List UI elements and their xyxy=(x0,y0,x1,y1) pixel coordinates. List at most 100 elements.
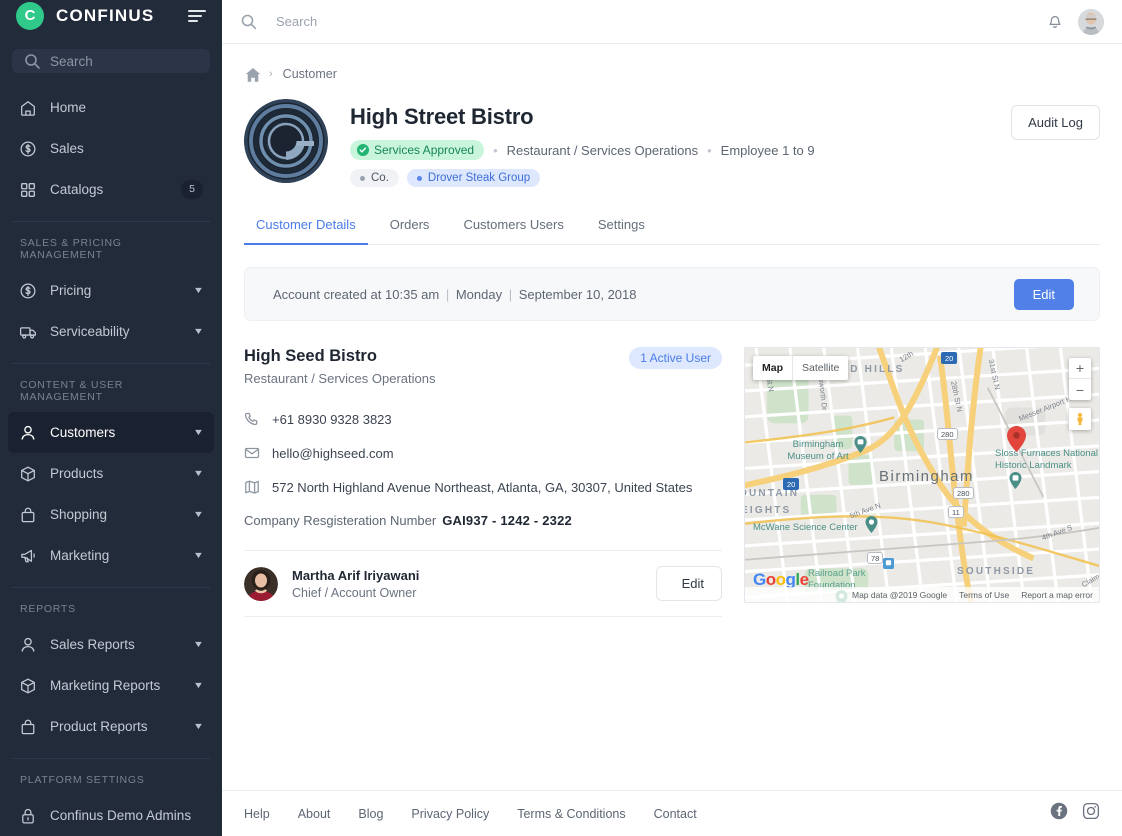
footer-link-terms-conditions[interactable]: Terms & Conditions xyxy=(517,807,625,821)
edit-account-button[interactable]: Edit xyxy=(1013,278,1074,310)
chevron-down-icon[interactable]: ▼ xyxy=(193,722,204,731)
sidebar-search-input[interactable] xyxy=(50,53,199,69)
topbar-search[interactable] xyxy=(240,13,1032,31)
chevron-down-icon[interactable]: ▼ xyxy=(193,510,204,519)
map-terms-link[interactable]: Terms of Use xyxy=(959,590,1009,600)
chevron-down-icon[interactable]: ▼ xyxy=(193,286,204,295)
map-report-link[interactable]: Report a map error xyxy=(1021,590,1093,600)
sidebar-item-label: Catalogs xyxy=(50,182,104,197)
chevron-down-icon[interactable]: ▼ xyxy=(193,640,204,649)
chevron-down-icon[interactable]: ▼ xyxy=(193,327,204,336)
topbar-actions xyxy=(1046,8,1104,35)
account-created-bar: Account created at 10:35 am | Monday | S… xyxy=(244,267,1100,321)
bell-icon[interactable] xyxy=(1046,13,1064,31)
sidebar-divider xyxy=(12,758,210,759)
footer-link-about[interactable]: About xyxy=(298,807,331,821)
footer-link-contact[interactable]: Contact xyxy=(654,807,697,821)
zoom-out-button[interactable]: − xyxy=(1069,379,1091,400)
box-icon xyxy=(19,677,37,695)
chevron-down-icon[interactable]: ▼ xyxy=(193,469,204,478)
edit-contact-label: Edit xyxy=(681,576,704,591)
sidebar-search[interactable] xyxy=(12,49,210,73)
footer-link-blog[interactable]: Blog xyxy=(358,807,383,821)
footer-link-privacy-policy[interactable]: Privacy Policy xyxy=(411,807,489,821)
sidebar-item-home[interactable]: Home xyxy=(8,87,214,128)
user-icon xyxy=(19,636,37,654)
sidebar-item-catalogs[interactable]: Catalogs 5 xyxy=(8,169,214,210)
location-map[interactable]: Map Satellite + − DRUID HILLS Birmingham… xyxy=(744,347,1100,603)
map-icon xyxy=(244,479,260,495)
global-search-input[interactable] xyxy=(276,14,596,29)
detail-section: High Seed Bistro Restaurant / Services O… xyxy=(244,347,1100,617)
sidebar-item-sales[interactable]: Sales xyxy=(8,128,214,169)
tab-bar: Customer Details Orders Customers Users Set… xyxy=(244,209,1100,245)
footer-link-help[interactable]: Help xyxy=(244,807,270,821)
tab-customer-details[interactable]: Customer Details xyxy=(244,209,368,245)
facebook-icon[interactable] xyxy=(1050,802,1068,825)
sidebar-item-label: Pricing xyxy=(50,283,92,298)
avatar[interactable] xyxy=(1078,8,1104,35)
map-poi-pin-transit xyxy=(883,556,896,573)
customer-tag[interactable]: Drover Steak Group xyxy=(406,169,541,187)
email-row: hello@highseed.com xyxy=(244,445,722,461)
registration-row: Company Resgisteration Number GAI937 - 12… xyxy=(244,513,722,528)
map-type-satellite[interactable]: Satellite xyxy=(793,356,848,380)
tab-orders[interactable]: Orders xyxy=(378,209,442,245)
sidebar-item-label: Serviceability xyxy=(50,324,130,339)
tag-dot-icon xyxy=(360,175,365,181)
sidebar-item-marketing-reports[interactable]: Marketing Reports ▼ xyxy=(8,665,214,706)
chevron-down-icon[interactable]: ▼ xyxy=(193,551,204,560)
sidebar-item-customers[interactable]: Customers ▼ xyxy=(8,412,214,453)
breadcrumb-separator: › xyxy=(269,67,273,80)
tab-customers-users[interactable]: Customers Users xyxy=(451,209,575,245)
sidebar-item-serviceability[interactable]: Serviceability ▼ xyxy=(8,311,214,352)
chevron-down-icon[interactable]: ▼ xyxy=(193,428,204,437)
lock-icon xyxy=(19,807,37,825)
account-created-prefix: Account created at 10:35 am xyxy=(273,286,440,302)
sidebar: C CONFINUS Home Sales Catalogs 5 SALES & PR… xyxy=(0,0,222,836)
instagram-icon[interactable] xyxy=(1082,802,1100,825)
detail-name: High Seed Bistro xyxy=(244,347,377,365)
sidebar-item-marketing[interactable]: Marketing ▼ xyxy=(8,535,214,576)
tag-dot-icon xyxy=(416,175,422,181)
sidebar-section-heading: PLATFORM SETTINGS xyxy=(20,774,145,786)
tab-settings[interactable]: Settings xyxy=(586,209,657,245)
breadcrumb-current[interactable]: Customer xyxy=(283,67,337,81)
customer-industry: Restaurant / Services Operations xyxy=(506,142,699,158)
grid-icon xyxy=(19,181,37,199)
bag-icon xyxy=(19,718,37,736)
sidebar-item-label: Confinus Demo Admins xyxy=(50,808,192,823)
home-icon[interactable] xyxy=(244,66,261,82)
account-created-date: September 10, 2018 xyxy=(518,286,637,302)
sidebar-item-label: Sales Reports xyxy=(50,637,135,652)
sidebar-item-products[interactable]: Products ▼ xyxy=(8,453,214,494)
sidebar-item-pricing[interactable]: Pricing ▼ xyxy=(8,270,214,311)
pegman-icon[interactable] xyxy=(1069,408,1091,430)
edit-contact-button[interactable]: Edit xyxy=(655,566,722,603)
text-separator: | xyxy=(505,286,516,302)
chevron-down-icon[interactable]: ▼ xyxy=(193,681,204,690)
map-shield-i20-top: 20 xyxy=(941,352,958,364)
sidebar-divider xyxy=(12,363,210,364)
sidebar-item-label: Home xyxy=(50,100,87,115)
map-type-control[interactable]: Map Satellite xyxy=(753,356,849,380)
zoom-in-button[interactable]: + xyxy=(1069,358,1091,379)
map-zoom-control[interactable]: + − xyxy=(1069,358,1091,400)
email-value: hello@highseed.com xyxy=(272,445,394,461)
map-type-map[interactable]: Map xyxy=(753,356,793,380)
box-icon xyxy=(19,465,37,483)
menu-toggle-icon[interactable] xyxy=(188,9,206,22)
address-value: 572 North Highland Avenue Northeast, Atl… xyxy=(272,479,693,495)
sidebar-item-sales-reports[interactable]: Sales Reports ▼ xyxy=(8,624,214,665)
map-location-marker[interactable] xyxy=(1007,426,1026,452)
customer-tag[interactable]: Co. xyxy=(350,169,399,187)
sidebar-item-product-reports[interactable]: Product Reports ▼ xyxy=(8,706,214,747)
status-badge-label: Services Approved xyxy=(374,143,475,157)
contact-avatar xyxy=(244,566,278,601)
bag-icon xyxy=(19,506,37,524)
sidebar-item-shopping[interactable]: Shopping ▼ xyxy=(8,494,214,535)
page-title: High Street Bistro xyxy=(350,104,534,129)
sidebar-item-confinus-demo-admins[interactable]: Confinus Demo Admins xyxy=(8,795,214,836)
map-poi-pin-museum xyxy=(854,436,867,453)
audit-log-button[interactable]: Audit Log xyxy=(1011,105,1100,140)
